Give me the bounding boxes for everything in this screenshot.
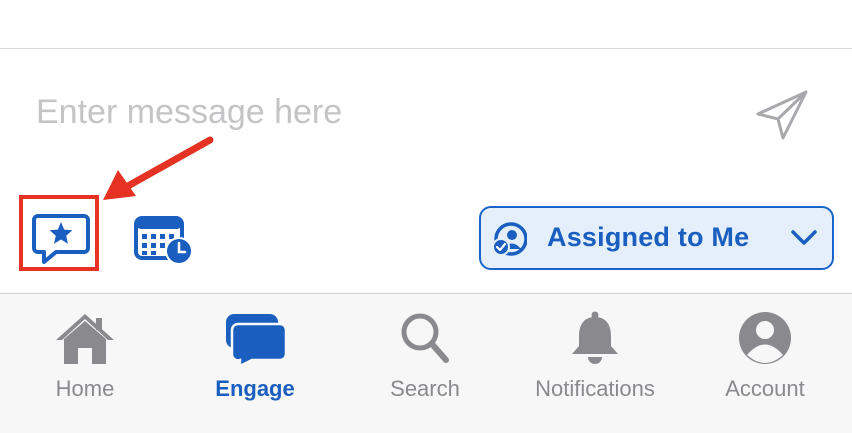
tab-label: Engage bbox=[215, 376, 295, 401]
tab-label: Home bbox=[55, 376, 115, 401]
tab-label: Search bbox=[390, 376, 460, 401]
tab-engage[interactable]: Engage bbox=[170, 294, 340, 433]
assignment-filter-dropdown[interactable]: Assigned to Me bbox=[479, 206, 834, 270]
assignment-label: Assigned to Me bbox=[547, 222, 750, 252]
tab-notifications[interactable]: Notifications bbox=[510, 294, 680, 433]
tab-search[interactable]: Search bbox=[340, 294, 510, 433]
person-check-icon bbox=[492, 222, 527, 256]
house-icon bbox=[56, 314, 114, 364]
tab-label: Notifications bbox=[535, 376, 655, 401]
favorites-message-button[interactable] bbox=[30, 210, 94, 268]
top-divider bbox=[0, 48, 852, 49]
star-message-icon bbox=[32, 214, 90, 264]
paper-plane-icon bbox=[756, 90, 808, 140]
schedule-button[interactable] bbox=[132, 212, 198, 268]
bell-icon bbox=[572, 311, 618, 364]
tab-home[interactable]: Home bbox=[0, 294, 170, 433]
calendar-clock-icon bbox=[134, 216, 193, 265]
person-circle-icon bbox=[739, 312, 791, 364]
chevron-down-icon bbox=[791, 230, 817, 245]
tab-account[interactable]: Account bbox=[680, 294, 850, 433]
bottom-tab-bar: Home Engage Search Notifications Account bbox=[0, 294, 852, 433]
chat-bubbles-icon bbox=[226, 314, 288, 366]
tab-label: Account bbox=[725, 376, 805, 401]
message-input[interactable] bbox=[36, 88, 716, 136]
send-button[interactable] bbox=[752, 86, 816, 144]
magnifier-icon bbox=[401, 313, 449, 363]
